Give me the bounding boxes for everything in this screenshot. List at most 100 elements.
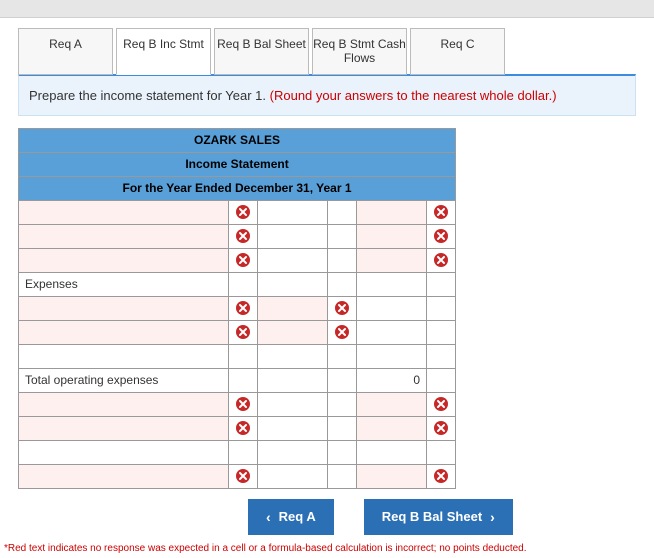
sheet-subtitle: Income Statement — [19, 152, 456, 176]
error-icon — [433, 203, 449, 222]
cell-value[interactable] — [357, 416, 427, 440]
cell-marker — [427, 296, 456, 320]
cell-marker — [229, 440, 258, 464]
cell-label[interactable] — [19, 296, 229, 320]
cell-label[interactable] — [19, 464, 229, 488]
cell-marker — [427, 224, 456, 248]
cell-value[interactable] — [357, 296, 427, 320]
cell-value[interactable] — [258, 440, 328, 464]
error-icon — [433, 227, 449, 246]
table-row — [19, 200, 456, 224]
top-gray-bar — [0, 0, 654, 18]
table-row: Total operating expenses 0 — [19, 368, 456, 392]
cell-value[interactable] — [357, 224, 427, 248]
error-icon — [235, 251, 251, 270]
error-icon — [235, 395, 251, 414]
cell-value[interactable] — [258, 464, 328, 488]
cell-value[interactable] — [258, 296, 328, 320]
nav-buttons: ‹ Req A Req B Bal Sheet › — [18, 499, 636, 535]
cell-marker — [328, 272, 357, 296]
sheet-period: For the Year Ended December 31, Year 1 — [19, 176, 456, 200]
cell-marker — [427, 320, 456, 344]
cell-label[interactable] — [19, 440, 229, 464]
error-icon — [334, 323, 350, 342]
table-row — [19, 320, 456, 344]
prev-button[interactable]: ‹ Req A — [248, 499, 334, 535]
cell-marker — [229, 416, 258, 440]
cell-marker — [328, 344, 357, 368]
cell-marker — [229, 296, 258, 320]
cell-label[interactable] — [19, 248, 229, 272]
cell-value[interactable] — [258, 224, 328, 248]
error-icon — [433, 395, 449, 414]
cell-value[interactable] — [258, 200, 328, 224]
cell-label[interactable] — [19, 344, 229, 368]
cell-marker — [229, 344, 258, 368]
error-icon — [433, 419, 449, 438]
table-row: Expenses — [19, 272, 456, 296]
cell-value[interactable]: 0 — [357, 368, 427, 392]
cell-label[interactable] — [19, 416, 229, 440]
cell-value[interactable] — [357, 320, 427, 344]
cell-marker — [427, 368, 456, 392]
error-icon — [235, 203, 251, 222]
next-button[interactable]: Req B Bal Sheet › — [364, 499, 513, 535]
cell-marker — [328, 224, 357, 248]
cell-label[interactable]: Expenses — [19, 272, 229, 296]
tab-0[interactable]: Req A — [18, 28, 113, 75]
cell-value[interactable] — [357, 440, 427, 464]
tab-1[interactable]: Req B Inc Stmt — [116, 28, 211, 75]
income-statement-table: OZARK SALES Income Statement For the Yea… — [18, 128, 456, 489]
error-icon — [433, 467, 449, 486]
prev-label: Req A — [279, 509, 316, 524]
cell-value[interactable] — [258, 392, 328, 416]
cell-marker — [229, 200, 258, 224]
cell-label[interactable] — [19, 200, 229, 224]
cell-value[interactable] — [357, 272, 427, 296]
cell-value[interactable] — [357, 464, 427, 488]
cell-label[interactable] — [19, 320, 229, 344]
cell-marker — [427, 344, 456, 368]
error-icon — [235, 323, 251, 342]
cell-marker — [229, 272, 258, 296]
cell-marker — [427, 392, 456, 416]
cell-marker — [229, 392, 258, 416]
cell-marker — [229, 248, 258, 272]
cell-marker — [328, 464, 357, 488]
error-icon — [235, 467, 251, 486]
cell-value[interactable] — [258, 416, 328, 440]
cell-marker — [229, 224, 258, 248]
table-row — [19, 392, 456, 416]
cell-marker — [328, 320, 357, 344]
error-icon — [433, 251, 449, 270]
cell-value[interactable] — [357, 200, 427, 224]
table-row — [19, 464, 456, 488]
table-row — [19, 440, 456, 464]
cell-value[interactable] — [258, 272, 328, 296]
cell-value[interactable] — [258, 320, 328, 344]
cell-marker — [328, 368, 357, 392]
table-row — [19, 248, 456, 272]
cell-label[interactable] — [19, 224, 229, 248]
cell-value[interactable] — [357, 248, 427, 272]
cell-value[interactable] — [357, 344, 427, 368]
tab-4[interactable]: Req C — [410, 28, 505, 75]
cell-marker — [328, 440, 357, 464]
error-icon — [235, 419, 251, 438]
tab-2[interactable]: Req B Bal Sheet — [214, 28, 309, 75]
cell-marker — [328, 296, 357, 320]
cell-marker — [229, 368, 258, 392]
cell-marker — [427, 440, 456, 464]
cell-value[interactable] — [258, 248, 328, 272]
cell-label[interactable] — [19, 392, 229, 416]
cell-value[interactable] — [258, 368, 328, 392]
cell-value[interactable] — [258, 344, 328, 368]
instruction-text: Prepare the income statement for Year 1. — [29, 88, 270, 103]
table-row — [19, 224, 456, 248]
cell-value[interactable] — [357, 392, 427, 416]
cell-marker — [229, 464, 258, 488]
error-icon — [235, 299, 251, 318]
chevron-right-icon: › — [490, 509, 495, 525]
tab-3[interactable]: Req B Stmt Cash Flows — [312, 28, 407, 75]
cell-label[interactable]: Total operating expenses — [19, 368, 229, 392]
